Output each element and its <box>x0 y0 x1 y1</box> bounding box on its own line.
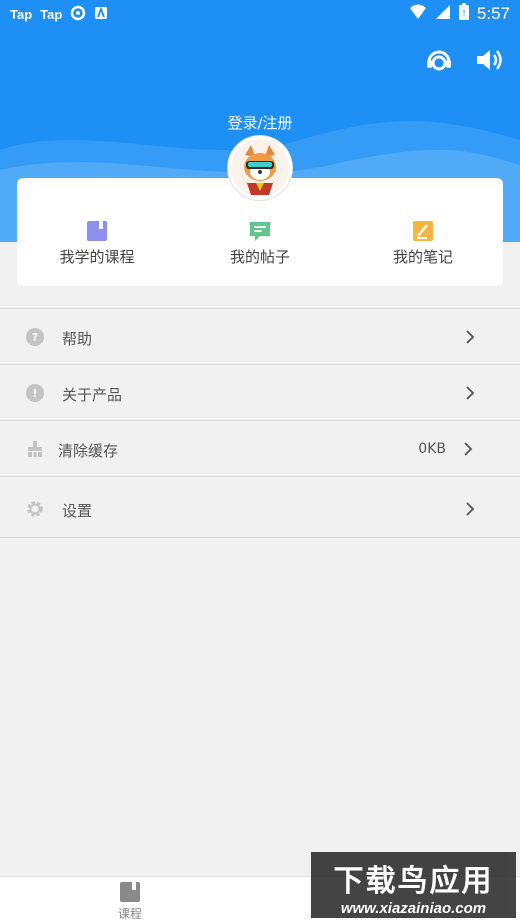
quick-link-label: 我的帖子 <box>229 248 290 266</box>
tab-label: 课程 <box>117 907 142 921</box>
book-icon <box>86 220 108 242</box>
menu-item-help[interactable]: ? 帮助 <box>0 308 520 364</box>
status-app-label: Tap <box>10 7 33 22</box>
sound-icon[interactable] <box>474 46 504 74</box>
svg-text:?: ? <box>32 331 38 344</box>
quick-link-label: 我的笔记 <box>392 248 453 266</box>
menu-item-settings[interactable]: 设置 <box>0 476 520 538</box>
signal-icon <box>435 4 451 25</box>
watermark-title: 下载鸟应用 <box>333 865 494 898</box>
menu-item-label: 清除缓存 <box>58 442 119 460</box>
quick-link-posts[interactable]: 我的帖子 <box>190 220 330 267</box>
app-a-icon <box>94 6 108 23</box>
customer-service-icon[interactable] <box>424 46 454 74</box>
note-icon <box>412 220 434 242</box>
svg-text:!: ! <box>32 387 37 400</box>
broom-icon <box>26 440 44 458</box>
chevron-right-icon <box>462 441 474 457</box>
chevron-right-icon <box>464 385 476 401</box>
chat-icon <box>249 220 271 242</box>
gear-icon <box>26 500 44 518</box>
status-app-label: Tap <box>40 7 63 22</box>
menu-item-clear-cache[interactable]: 清除缓存 0KB <box>0 420 520 476</box>
avatar[interactable] <box>228 136 292 200</box>
tab-courses[interactable]: 课程 <box>100 881 160 922</box>
chevron-right-icon <box>464 329 476 345</box>
menu-item-label: 关于产品 <box>62 386 123 404</box>
quick-link-label: 我学的课程 <box>59 248 135 266</box>
header-actions <box>424 46 504 74</box>
shiba-dog-avatar-icon <box>231 139 289 197</box>
status-bar: Tap Tap ! 5:57 <box>0 0 520 28</box>
cache-size-value: 0KB <box>418 441 446 457</box>
svg-text:!: ! <box>462 9 466 19</box>
quick-link-courses[interactable]: 我学的课程 <box>27 220 167 267</box>
sync-icon <box>70 5 86 24</box>
menu-item-label: 帮助 <box>62 330 93 348</box>
chevron-right-icon <box>464 501 476 517</box>
menu-item-about[interactable]: ! 关于产品 <box>0 364 520 420</box>
quick-link-notes[interactable]: 我的笔记 <box>353 220 493 267</box>
settings-menu: ? 帮助 ! 关于产品 清除缓存 0KB 设置 <box>0 308 520 538</box>
help-icon: ? <box>26 328 44 346</box>
info-icon: ! <box>26 384 44 402</box>
login-register-link[interactable]: 登录/注册 <box>0 112 520 133</box>
status-time: 5:57 <box>476 4 510 23</box>
battery-icon: ! <box>458 3 469 25</box>
book-tab-icon <box>119 881 141 903</box>
site-watermark: 下载鸟应用 www.xiazainiao.com <box>311 852 516 918</box>
watermark-url: www.xiazainiao.com <box>340 900 487 917</box>
menu-item-label: 设置 <box>62 502 93 520</box>
wifi-icon <box>409 4 427 25</box>
